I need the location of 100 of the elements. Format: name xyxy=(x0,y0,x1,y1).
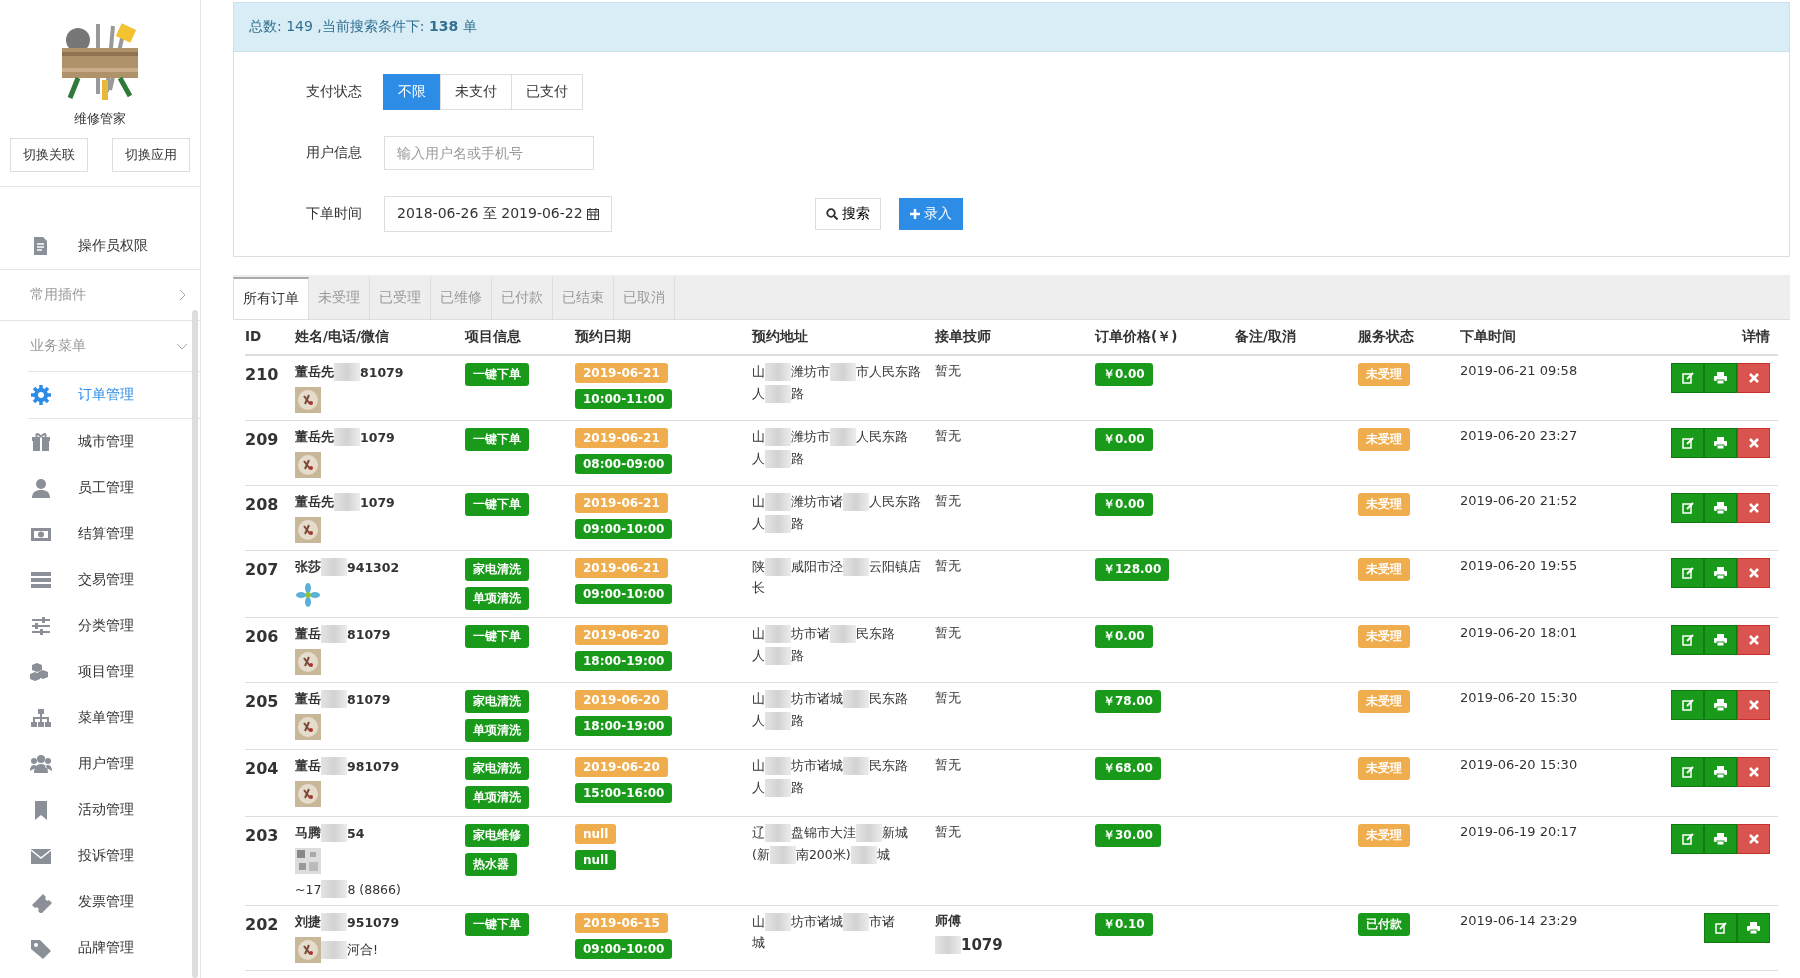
add-button[interactable]: 录入 xyxy=(898,198,963,230)
edit-button[interactable] xyxy=(1671,824,1704,854)
tab[interactable]: 所有订单 xyxy=(233,277,309,319)
text-fragment: 坊市诸 xyxy=(791,625,830,643)
print-icon xyxy=(1714,699,1727,711)
edit-button[interactable] xyxy=(1671,757,1704,787)
redaction-block xyxy=(830,428,856,446)
order-time: 2019-06-20 15:30 xyxy=(1460,757,1579,772)
print-button[interactable] xyxy=(1737,913,1770,943)
sidebar-item[interactable]: 员工管理 xyxy=(0,465,200,511)
scrollbar[interactable] xyxy=(192,310,198,978)
close-icon xyxy=(1748,834,1759,844)
switch-button[interactable]: 切换关联 xyxy=(10,138,88,172)
column-header: 订单价格(￥) xyxy=(1095,328,1179,346)
redaction-block xyxy=(321,690,347,708)
date-tag: 2019-06-20 xyxy=(575,625,668,645)
input-field[interactable]: 输入用户名或手机号 xyxy=(384,136,594,170)
order-time: 2019-06-20 23:27 xyxy=(1460,428,1579,443)
order-id: 207 xyxy=(245,559,280,579)
text-fragment: 潍坊市 xyxy=(791,428,830,446)
delete-button[interactable] xyxy=(1737,757,1770,787)
text-fragment: 81079 xyxy=(347,691,391,707)
edit-button[interactable] xyxy=(1704,913,1737,943)
sidebar-item[interactable]: 项目管理 xyxy=(0,649,200,695)
delete-button[interactable] xyxy=(1737,690,1770,720)
text-fragment: 山 xyxy=(752,690,765,708)
print-icon xyxy=(1714,567,1727,579)
filter-option[interactable]: 不限 xyxy=(383,74,441,110)
print-button[interactable] xyxy=(1704,363,1737,393)
column-header: 预约地址 xyxy=(752,328,809,346)
sidebar-item[interactable]: 投诉管理 xyxy=(0,833,200,879)
sliders-icon xyxy=(30,615,52,637)
text-fragment: 941302 xyxy=(347,559,400,575)
order-id: 202 xyxy=(245,914,280,934)
time-tag: 09:00-10:00 xyxy=(575,939,673,959)
edit-button[interactable] xyxy=(1671,558,1704,588)
print-button[interactable] xyxy=(1704,493,1737,523)
app-name: 维修管家 xyxy=(73,110,127,128)
sidebar-item[interactable]: 品牌管理 xyxy=(0,925,200,971)
time-tag: 10:00-11:00 xyxy=(575,389,673,409)
text-fragment: 民东路 xyxy=(869,757,908,775)
print-button[interactable] xyxy=(1704,625,1737,655)
delete-button[interactable] xyxy=(1737,824,1770,854)
service-tag: 热水器 xyxy=(465,853,517,876)
date-tag: 2019-06-21 xyxy=(575,558,668,578)
order-id: 205 xyxy=(245,691,280,711)
delete-button[interactable] xyxy=(1737,363,1770,393)
delete-button[interactable] xyxy=(1737,558,1770,588)
print-button[interactable] xyxy=(1704,824,1737,854)
text-fragment: 路 xyxy=(791,779,804,797)
sidebar-item[interactable]: 菜单管理 xyxy=(0,695,200,741)
sidebar-item[interactable]: 交易管理 xyxy=(0,557,200,603)
delete-button[interactable] xyxy=(1737,493,1770,523)
print-icon xyxy=(1714,634,1727,646)
edit-button[interactable] xyxy=(1671,428,1704,458)
close-icon xyxy=(1748,568,1759,578)
print-button[interactable] xyxy=(1704,757,1737,787)
edit-button[interactable] xyxy=(1671,493,1704,523)
sidebar-item[interactable]: 用户管理 xyxy=(0,741,200,787)
order-id: 209 xyxy=(245,429,280,449)
redaction-block xyxy=(843,493,869,511)
redaction-block xyxy=(850,846,877,864)
redaction-block xyxy=(321,941,347,959)
text-fragment: 潍坊市 xyxy=(791,363,830,381)
time-tag: 09:00-10:00 xyxy=(575,584,673,604)
sidebar-item[interactable]: 操作员权限 xyxy=(0,223,200,269)
close-icon xyxy=(1748,635,1759,645)
text-fragment: 董岳先 xyxy=(295,428,334,446)
delete-button[interactable] xyxy=(1737,428,1770,458)
edit-button[interactable] xyxy=(1671,625,1704,655)
text-fragment: 坊市诸城 xyxy=(791,690,843,708)
print-button[interactable] xyxy=(1704,690,1737,720)
plus-icon xyxy=(909,209,920,219)
price-tag: ￥0.10 xyxy=(1095,913,1153,936)
print-button[interactable] xyxy=(1704,428,1737,458)
delete-button[interactable] xyxy=(1737,625,1770,655)
edit-button[interactable] xyxy=(1671,690,1704,720)
sidebar-item[interactable]: 城市管理 xyxy=(0,419,200,465)
service-tag: 一键下单 xyxy=(465,913,529,936)
technician-name: 暂无 xyxy=(935,493,961,510)
sidebar-item[interactable]: 结算管理 xyxy=(0,511,200,557)
text-fragment: ~17 xyxy=(295,881,322,897)
sidebar-item[interactable]: 发票管理 xyxy=(0,879,200,925)
redaction-block xyxy=(765,515,791,533)
switch-button[interactable]: 切换应用 xyxy=(112,138,190,172)
redaction-block xyxy=(765,363,791,381)
print-button[interactable] xyxy=(1704,558,1737,588)
redaction-block xyxy=(321,625,347,643)
edit-button[interactable] xyxy=(1671,363,1704,393)
ticket-icon xyxy=(30,891,52,913)
print-icon xyxy=(1747,922,1760,934)
edit-icon xyxy=(1681,634,1694,646)
text-fragment: 山 xyxy=(752,625,765,643)
date-range-field[interactable]: 2018-06-26 至 2019-06-22 xyxy=(384,196,612,232)
filter-option[interactable]: 未支付 xyxy=(440,74,512,110)
sidebar-item[interactable]: 分类管理 xyxy=(0,603,200,649)
search-button[interactable]: 搜索 xyxy=(814,198,881,230)
sidebar-item[interactable]: 活动管理 xyxy=(0,787,200,833)
technician-name: 暂无 xyxy=(935,558,961,575)
filter-option[interactable]: 已支付 xyxy=(511,74,583,110)
